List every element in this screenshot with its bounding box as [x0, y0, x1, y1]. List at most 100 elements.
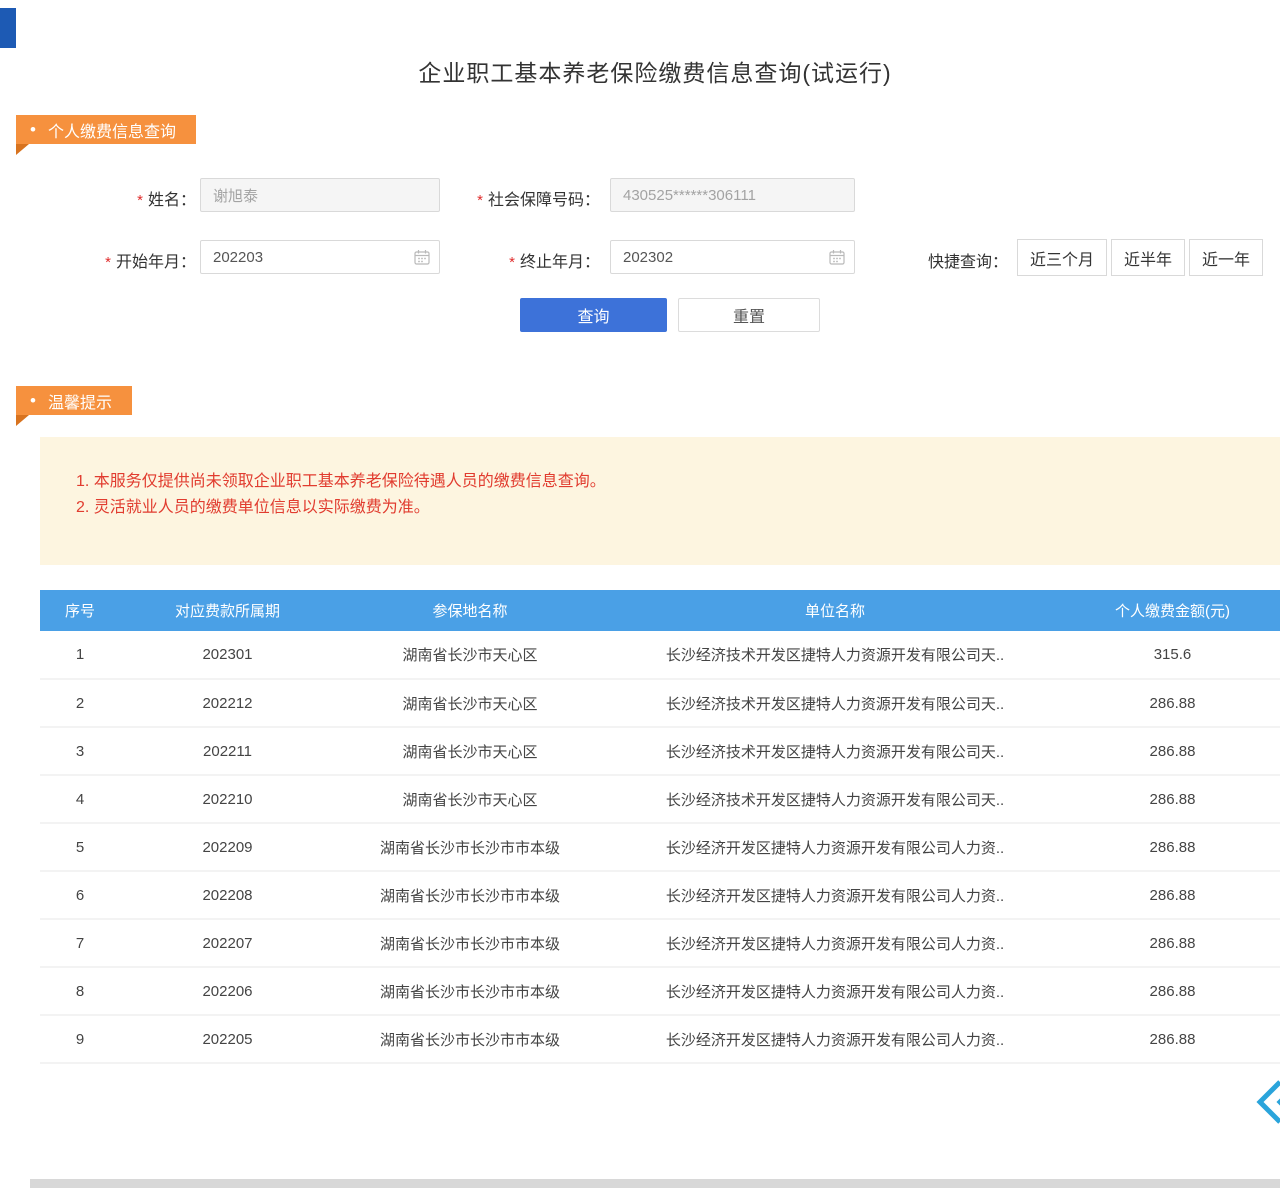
col-header-index: 序号: [40, 590, 120, 631]
table-cell: 湖南省长沙市长沙市市本级: [335, 871, 605, 919]
tips-box: 1. 本服务仅提供尚未领取企业职工基本养老保险待遇人员的缴费信息查询。 2. 灵…: [40, 437, 1280, 565]
end-month-picker[interactable]: [610, 240, 855, 274]
table-cell: 286.88: [1065, 679, 1280, 727]
table-cell: 长沙经济开发区捷特人力资源开发有限公司人力资..: [605, 967, 1065, 1015]
quick-btn-1year[interactable]: 近一年: [1189, 239, 1263, 276]
table-cell: 长沙经济技术开发区捷特人力资源开发有限公司天..: [605, 727, 1065, 775]
table-row: 2202212湖南省长沙市天心区长沙经济技术开发区捷特人力资源开发有限公司天..…: [40, 679, 1280, 727]
table-row: 8202206湖南省长沙市长沙市市本级长沙经济开发区捷特人力资源开发有限公司人力…: [40, 967, 1280, 1015]
col-header-company: 单位名称: [605, 590, 1065, 631]
table-cell: 湖南省长沙市长沙市市本级: [335, 967, 605, 1015]
table-cell: 202212: [120, 679, 335, 727]
table-cell: 6: [40, 871, 120, 919]
table-row: 4202210湖南省长沙市天心区长沙经济技术开发区捷特人力资源开发有限公司天..…: [40, 775, 1280, 823]
table-cell: 湖南省长沙市长沙市市本级: [335, 823, 605, 871]
table-cell: 湖南省长沙市天心区: [335, 631, 605, 679]
section-header-tips-label: 温馨提示: [48, 389, 112, 413]
table-cell: 湖南省长沙市天心区: [335, 775, 605, 823]
quick-btn-halfyear[interactable]: 近半年: [1111, 239, 1185, 276]
required-mark: *: [137, 192, 143, 209]
table-cell: 长沙经济开发区捷特人力资源开发有限公司人力资..: [605, 919, 1065, 967]
section-header-query: • 个人缴费信息查询: [16, 115, 196, 144]
tips-line: 2. 灵活就业人员的缴费单位信息以实际缴费为准。: [76, 495, 1280, 521]
table-cell: 9: [40, 1015, 120, 1063]
calendar-icon: [829, 249, 845, 265]
page: { "page": { "title": "企业职工基本养老保险缴费信息查询(试…: [0, 0, 1280, 1188]
query-button[interactable]: 查询: [520, 298, 667, 332]
table-cell: 湖南省长沙市天心区: [335, 727, 605, 775]
table-row: 7202207湖南省长沙市长沙市市本级长沙经济开发区捷特人力资源开发有限公司人力…: [40, 919, 1280, 967]
table-row: 5202209湖南省长沙市长沙市市本级长沙经济开发区捷特人力资源开发有限公司人力…: [40, 823, 1280, 871]
start-month-picker[interactable]: [200, 240, 440, 274]
end-month-label: *终止年月：: [480, 248, 600, 272]
table-cell: 202209: [120, 823, 335, 871]
col-header-period: 对应费款所属期: [120, 590, 335, 631]
table-cell: 286.88: [1065, 775, 1280, 823]
page-title: 企业职工基本养老保险缴费信息查询(试运行): [30, 54, 1280, 88]
table-row: 1202301湖南省长沙市天心区长沙经济技术开发区捷特人力资源开发有限公司天..…: [40, 631, 1280, 679]
table-cell: 2: [40, 679, 120, 727]
section-header-tips: • 温馨提示: [16, 386, 132, 415]
table-cell: 长沙经济开发区捷特人力资源开发有限公司人力资..: [605, 871, 1065, 919]
table-cell: 202206: [120, 967, 335, 1015]
name-label: *姓名：: [90, 186, 196, 210]
bullet-icon: •: [30, 121, 36, 138]
table-cell: 286.88: [1065, 1015, 1280, 1063]
table-cell: 286.88: [1065, 823, 1280, 871]
table-cell: 286.88: [1065, 727, 1280, 775]
table-cell: 5: [40, 823, 120, 871]
table-row: 3202211湖南省长沙市天心区长沙经济技术开发区捷特人力资源开发有限公司天..…: [40, 727, 1280, 775]
table-cell: 202211: [120, 727, 335, 775]
sidebar-collapsed-tab[interactable]: [0, 8, 16, 48]
table-cell: 湖南省长沙市长沙市市本级: [335, 919, 605, 967]
table-cell: 1: [40, 631, 120, 679]
table-row: 6202208湖南省长沙市长沙市市本级长沙经济开发区捷特人力资源开发有限公司人力…: [40, 871, 1280, 919]
table-cell: 长沙经济技术开发区捷特人力资源开发有限公司天..: [605, 775, 1065, 823]
table-cell: 长沙经济技术开发区捷特人力资源开发有限公司天..: [605, 631, 1065, 679]
table-header-row: 序号 对应费款所属期 参保地名称 单位名称 个人缴费金额(元): [40, 590, 1280, 631]
table-cell: 3: [40, 727, 120, 775]
tips-line: 1. 本服务仅提供尚未领取企业职工基本养老保险待遇人员的缴费信息查询。: [76, 469, 1280, 495]
table-cell: 202210: [120, 775, 335, 823]
table-cell: 长沙经济开发区捷特人力资源开发有限公司人力资..: [605, 1015, 1065, 1063]
bottom-scrollbar-strip[interactable]: [30, 1179, 1280, 1188]
payment-table-body: 1202301湖南省长沙市天心区长沙经济技术开发区捷特人力资源开发有限公司天..…: [40, 631, 1280, 1063]
quick-query-group: 近三个月 近半年 近一年: [1017, 239, 1263, 276]
table-cell: 315.6: [1065, 631, 1280, 679]
table-cell: 286.88: [1065, 871, 1280, 919]
table-cell: 202207: [120, 919, 335, 967]
table-cell: 202301: [120, 631, 335, 679]
quick-query-label: 快捷查询：: [928, 248, 1008, 272]
table-cell: 7: [40, 919, 120, 967]
col-header-place: 参保地名称: [335, 590, 605, 631]
table-cell: 湖南省长沙市天心区: [335, 679, 605, 727]
end-month-input[interactable]: [610, 240, 855, 274]
section-header-query-label: 个人缴费信息查询: [48, 118, 176, 142]
bullet-icon: •: [30, 392, 36, 409]
main-card: 企业职工基本养老保险缴费信息查询(试运行) • 个人缴费信息查询 *姓名： *社…: [30, 0, 1280, 1188]
table-cell: 8: [40, 967, 120, 1015]
required-mark: *: [509, 254, 515, 271]
double-chevron-left-icon[interactable]: [1252, 1078, 1280, 1126]
payment-table: 序号 对应费款所属期 参保地名称 单位名称 个人缴费金额(元) 1202301湖…: [40, 590, 1280, 1064]
col-header-amount: 个人缴费金额(元): [1065, 590, 1280, 631]
table-row: 9202205湖南省长沙市长沙市市本级长沙经济开发区捷特人力资源开发有限公司人力…: [40, 1015, 1280, 1063]
required-mark: *: [477, 192, 483, 209]
table-cell: 长沙经济技术开发区捷特人力资源开发有限公司天..: [605, 679, 1065, 727]
ssn-label: *社会保障号码：: [450, 186, 600, 210]
start-month-label: *开始年月：: [70, 248, 196, 272]
ssn-field: [610, 178, 855, 212]
table-cell: 286.88: [1065, 967, 1280, 1015]
start-month-input[interactable]: [200, 240, 440, 274]
table-cell: 4: [40, 775, 120, 823]
required-mark: *: [105, 254, 111, 271]
quick-btn-3months[interactable]: 近三个月: [1017, 239, 1107, 276]
calendar-icon: [414, 249, 430, 265]
name-field: [200, 178, 440, 212]
table-cell: 286.88: [1065, 919, 1280, 967]
reset-button[interactable]: 重置: [678, 298, 820, 332]
table-cell: 长沙经济开发区捷特人力资源开发有限公司人力资..: [605, 823, 1065, 871]
table-cell: 湖南省长沙市长沙市市本级: [335, 1015, 605, 1063]
table-cell: 202208: [120, 871, 335, 919]
table-cell: 202205: [120, 1015, 335, 1063]
